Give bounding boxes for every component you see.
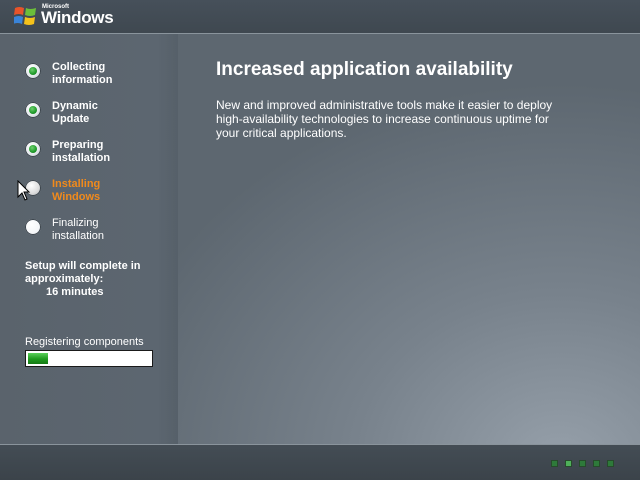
slide-indicator-dot — [593, 460, 600, 467]
mouse-pointer-icon — [17, 180, 31, 201]
bottom-banner — [0, 444, 640, 480]
feature-title: Increased application availability — [216, 59, 513, 80]
slide-indicator-dot — [607, 460, 614, 467]
feature-description: New and improved administrative tools ma… — [216, 98, 553, 140]
step-label: Dynamic Update — [52, 100, 98, 125]
slide-indicator-dot — [579, 460, 586, 467]
step-status-icon — [25, 141, 41, 157]
step-label: Collecting information — [52, 61, 113, 86]
slide-indicator-dot — [565, 460, 572, 467]
step-label: Installing Windows — [52, 178, 101, 203]
step-status-icon — [25, 63, 41, 79]
windows-flag-icon — [14, 7, 36, 25]
step-label: Preparing installation — [52, 139, 111, 164]
progress-bar — [25, 350, 153, 367]
progress-label: Registering components — [25, 336, 144, 348]
time-estimate-value: 16 minutes — [46, 286, 104, 298]
logo-windows-text: Windows — [41, 8, 114, 27]
time-estimate-text: Setup will complete in approximately: — [25, 260, 141, 285]
footer-divider — [0, 444, 640, 445]
step-status-icon — [25, 102, 41, 118]
top-banner: Microsoft Windows — [0, 0, 640, 33]
slide-indicator-dot — [551, 460, 558, 467]
time-estimate: Setup will complete in approximately: 16… — [25, 260, 175, 299]
step-status-icon — [25, 219, 41, 235]
progress-fill — [28, 353, 48, 364]
step-label: Finalizing installation — [52, 217, 104, 242]
